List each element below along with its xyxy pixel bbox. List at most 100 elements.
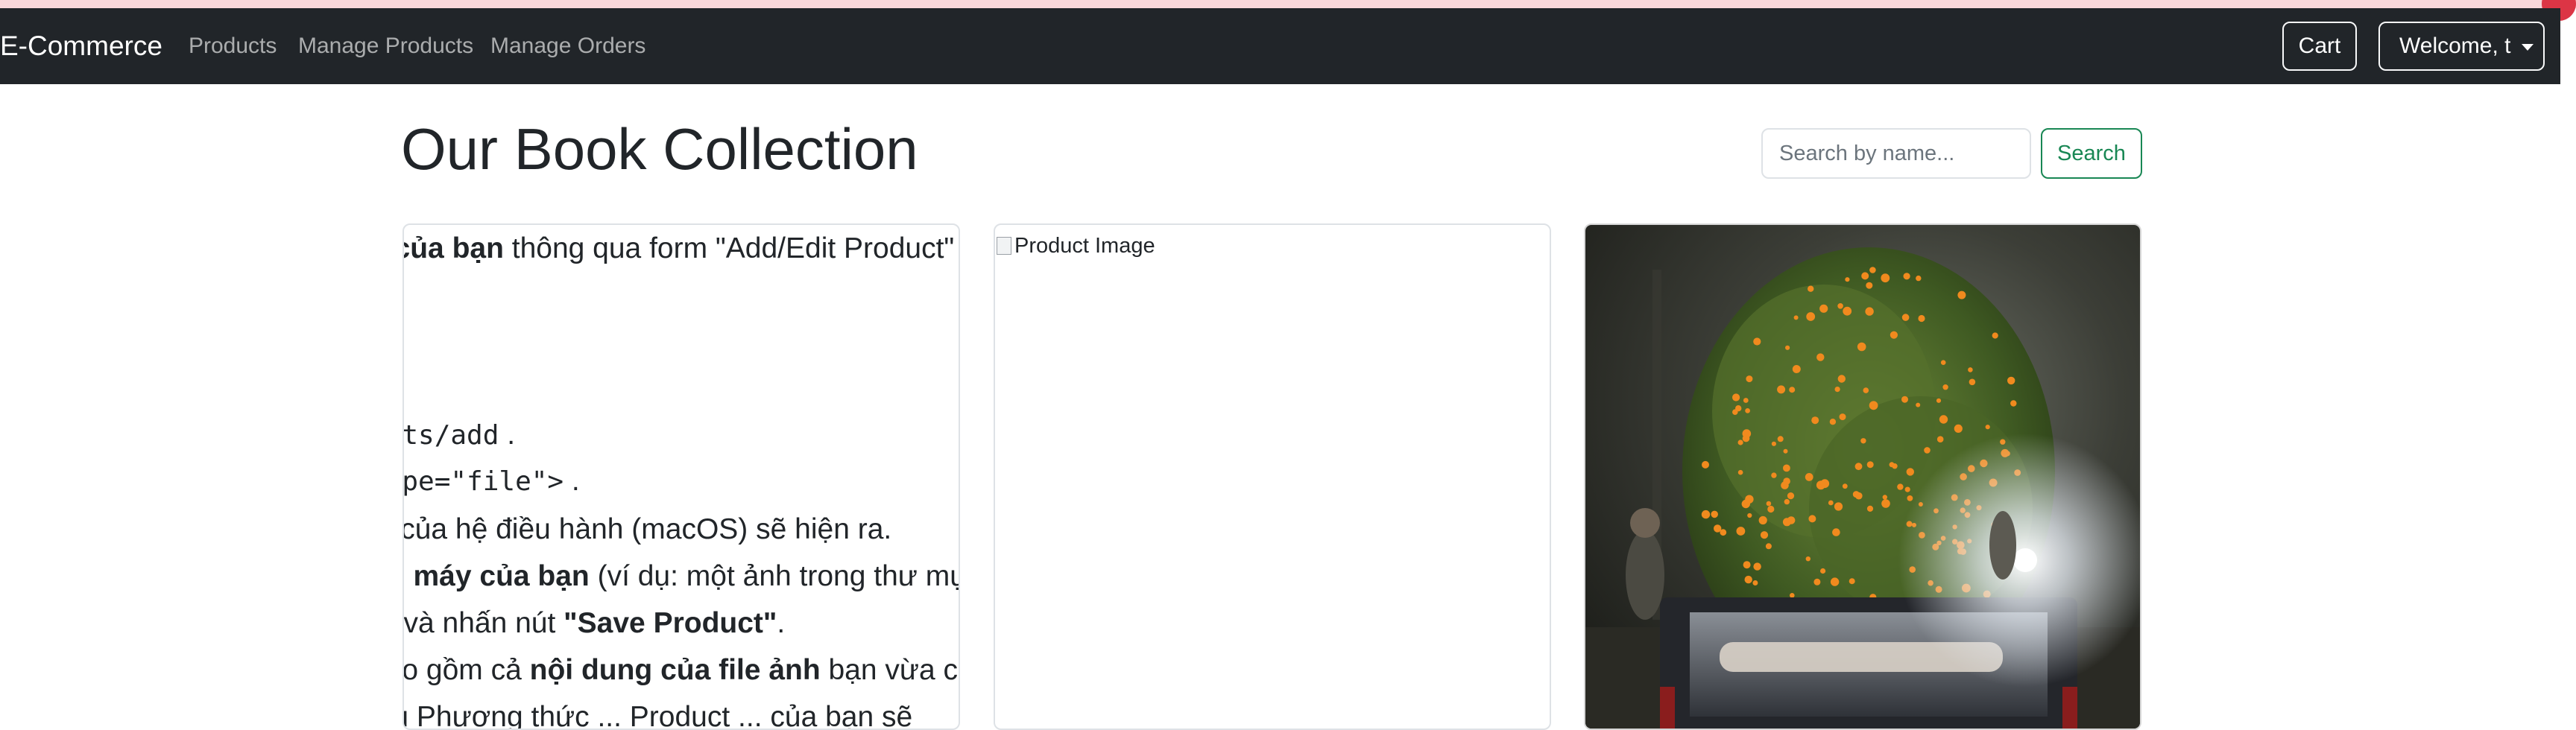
orange-fruit — [1819, 304, 1828, 313]
orange-fruit — [1784, 498, 1790, 505]
cart-button-label: Cart — [2298, 34, 2341, 58]
orange-fruit — [1745, 495, 1754, 504]
orange-fruit — [1777, 385, 1786, 394]
orange-fruit — [1897, 483, 1904, 490]
orange-fruit — [1881, 499, 1890, 508]
orange-fruit — [1765, 543, 1772, 550]
orange-fruit — [1890, 331, 1898, 339]
description-line: ucts/add . — [402, 411, 516, 459]
orange-fruit — [1785, 345, 1790, 350]
description-segment: . — [564, 465, 580, 497]
orange-fruit — [1906, 468, 1914, 476]
orange-fruit — [1882, 495, 1887, 500]
orange-fruit — [1843, 306, 1852, 316]
orange-fruit — [1854, 463, 1863, 471]
orange-fruit — [1985, 425, 1990, 430]
search-button[interactable]: Search — [2041, 128, 2142, 179]
description-line: ..) và nhấn nút "Save Product". — [404, 600, 785, 647]
orange-fruit — [1737, 469, 1743, 475]
orange-fruit — [1865, 307, 1874, 316]
user-menu-dropdown[interactable]: Welcome, t — [2378, 22, 2545, 71]
orange-fruit — [1969, 378, 1976, 386]
description-line: y của bạn thông qua form "Add/Edit Produ… — [402, 225, 955, 272]
orange-fruit — [1744, 575, 1752, 584]
nav-link-manage-products[interactable]: Manage Products — [298, 8, 473, 84]
orange-fruit — [1866, 282, 1873, 289]
orange-fruit — [1808, 285, 1814, 292]
nav-link-manage-orders[interactable]: Manage Orders — [490, 8, 645, 84]
description-segment: thông qua form "Add/Edit Product" — [503, 232, 955, 264]
brand-link[interactable]: E-Commerce — [0, 8, 162, 84]
user-menu-label: Welcome, t — [2399, 34, 2511, 58]
description-line: iệu Phương thức ... Product ... của bạn … — [402, 694, 913, 730]
orange-fruit — [1907, 495, 1913, 501]
orange-fruit — [1834, 387, 1840, 393]
orange-fruit — [1758, 515, 1767, 525]
orange-fruit — [1760, 531, 1769, 539]
orange-fruit — [1861, 272, 1869, 280]
description-segment: nội dung của file ảnh — [529, 654, 821, 686]
description-segment: ucts/add — [402, 420, 499, 451]
orange-fruit — [1732, 393, 1740, 402]
orange-fruit — [1701, 510, 1711, 519]
orange-fruit — [1783, 464, 1790, 472]
orange-fruit — [1968, 367, 1973, 372]
orange-fruit — [1901, 396, 1908, 403]
orange-fruit — [1849, 578, 1855, 585]
orange-fruit — [1918, 314, 1925, 323]
orange-fruit — [1869, 401, 1878, 410]
orange-fruit — [1916, 275, 1922, 282]
orange-fruit — [1903, 273, 1910, 280]
orange-fruit — [1860, 438, 1866, 444]
orange-fruit — [1845, 277, 1850, 282]
orange-fruit — [1892, 463, 1898, 469]
orange-fruit — [1781, 481, 1789, 489]
orange-fruit — [1830, 577, 1840, 586]
orange-fruit — [1834, 502, 1843, 511]
orange-fruit — [1939, 415, 1948, 424]
orange-fruit — [1901, 314, 1910, 321]
orange-fruit — [1936, 436, 1944, 442]
product-card[interactable]: y của bạn thông qua form "Add/Edit Produ… — [402, 223, 960, 730]
orange-fruit — [1936, 398, 1942, 403]
orange-fruit — [1745, 408, 1750, 413]
orange-fruit — [1828, 500, 1834, 506]
description-segment: của bạn — [402, 232, 504, 264]
orange-fruit — [1753, 562, 1761, 571]
orange-fruit — [1924, 447, 1931, 454]
orange-fruit — [1743, 561, 1751, 569]
orange-fruit — [1881, 273, 1890, 283]
chevron-down-icon — [2521, 43, 2534, 51]
orange-fruit — [1806, 312, 1816, 321]
orange-fruit — [1767, 505, 1775, 513]
top-navbar: E-Commerce Products Manage Products Mana… — [0, 8, 2560, 84]
orange-fruit — [1793, 315, 1799, 320]
description-segment: type="file"> — [402, 466, 564, 497]
orange-fruit — [1863, 387, 1869, 393]
product-description-text: y của bạn thông qua form "Add/Edit Produ… — [402, 225, 959, 730]
orange-fruit — [1787, 492, 1795, 500]
orange-fruit — [1771, 472, 1777, 478]
product-image-alt: Product Image — [1014, 234, 1155, 258]
cart-button[interactable]: Cart — [2282, 22, 2357, 71]
orange-fruit — [1857, 342, 1866, 352]
orange-fruit — [1954, 424, 1963, 433]
orange-fruit — [1852, 491, 1860, 498]
nav-link-products[interactable]: Products — [189, 8, 277, 84]
orange-fruit — [1904, 486, 1910, 492]
product-card[interactable]: Product Image — [994, 223, 1551, 730]
description-segment: bao gồm cả — [402, 654, 522, 686]
orange-fruit — [1842, 483, 1848, 489]
page-title: Our Book Collection — [401, 116, 918, 182]
product-card[interactable] — [1584, 223, 2141, 730]
orange-fruit — [2007, 376, 2015, 385]
product-image: Product Image — [995, 225, 1155, 262]
description-line: type="file"> . — [402, 457, 580, 505]
search-input[interactable] — [1761, 128, 2031, 179]
description-segment: le của hệ điều hành (macOS) sẽ hiện ra. — [402, 513, 892, 545]
description-segment: . — [499, 419, 516, 451]
description-segment: iệu Phương thức ... Product ... của bạn … — [402, 701, 913, 730]
orange-fruit — [1736, 527, 1746, 536]
orange-fruit — [1746, 375, 1753, 383]
orange-fruit — [1811, 416, 1819, 425]
